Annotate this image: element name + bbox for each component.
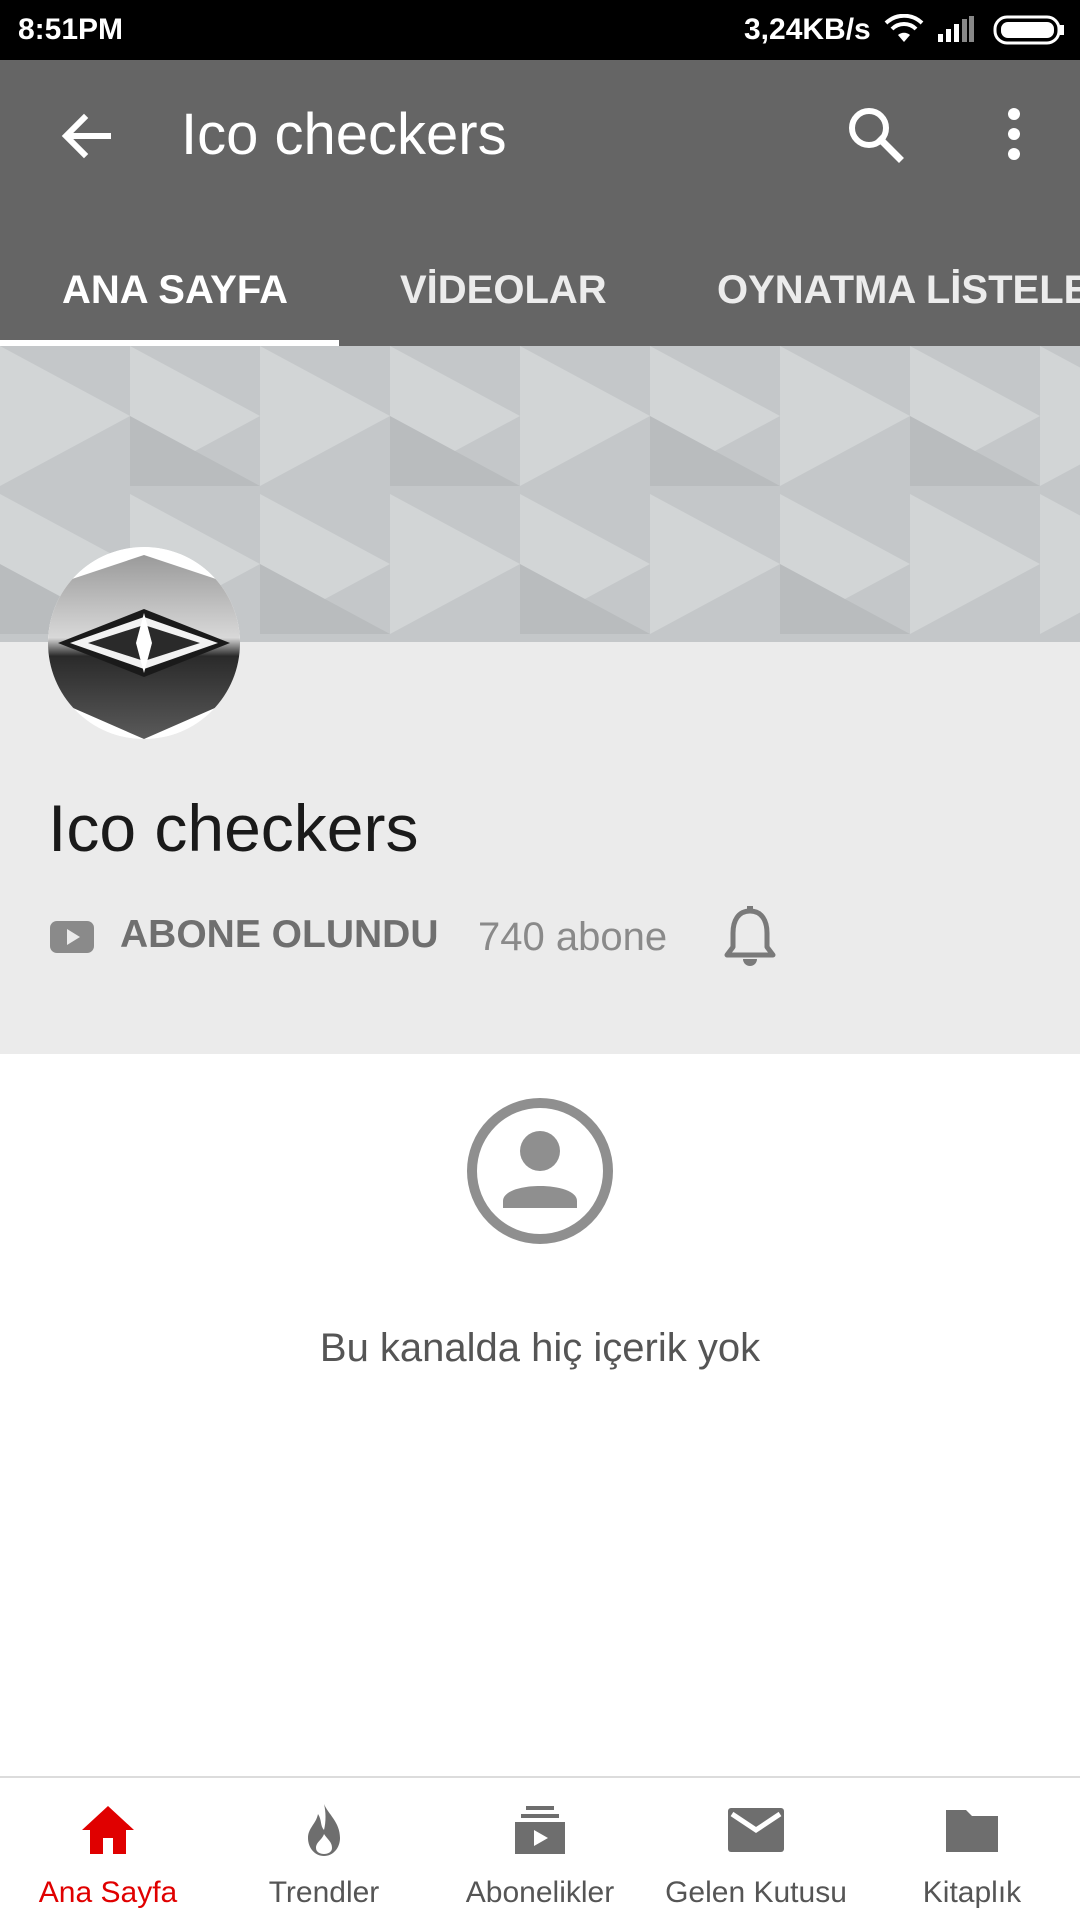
tab-playlists[interactable]: OYNATMA LİSTELERİ [717, 240, 1080, 346]
channel-name: Ico checkers [48, 791, 419, 865]
app-bar: Ico checkers ANA SAYFA VİDEOLAR OYNATMA … [0, 60, 1080, 346]
bottom-navigation: Ana Sayfa Trendler Abonelikler Gelen Kut… [0, 1776, 1080, 1920]
battery-icon [993, 15, 1064, 45]
status-time: 8:51PM [18, 13, 124, 46]
subscriptions-icon [515, 1806, 565, 1854]
notification-bell-icon[interactable] [722, 905, 778, 969]
mail-icon [728, 1808, 784, 1852]
nav-home[interactable]: Ana Sayfa [0, 1778, 216, 1920]
nav-label-subscriptions: Abonelikler [465, 1876, 615, 1909]
flame-icon [308, 1804, 340, 1856]
status-bar: 8:51PM 3,24KB/s [0, 0, 1080, 60]
search-icon[interactable] [843, 102, 907, 166]
network-speed: 3,24KB/s [744, 13, 871, 46]
more-options-icon[interactable] [994, 102, 1034, 166]
subscriber-count: 740 abone [478, 915, 668, 959]
home-icon [82, 1806, 134, 1854]
subscribed-button[interactable]: ABONE OLUNDU [120, 913, 439, 957]
nav-label-trending: Trendler [268, 1876, 380, 1909]
back-arrow-icon[interactable] [54, 104, 118, 168]
tab-videos[interactable]: VİDEOLAR [400, 240, 607, 346]
signal-icon [938, 16, 974, 42]
nav-library[interactable]: Kitaplık [864, 1778, 1080, 1920]
folder-icon [946, 1810, 998, 1852]
nav-label-home: Ana Sayfa [38, 1876, 178, 1909]
nav-label-inbox: Gelen Kutusu [665, 1876, 847, 1909]
app-bar-title: Ico checkers [181, 102, 507, 167]
checkers-logo-icon [48, 547, 240, 739]
nav-label-library: Kitaplık [922, 1876, 1022, 1909]
channel-avatar[interactable] [48, 547, 240, 739]
nav-inbox[interactable]: Gelen Kutusu [648, 1778, 864, 1920]
youtube-play-icon [50, 921, 94, 953]
wifi-icon [884, 14, 924, 42]
account-circle-icon [467, 1098, 613, 1244]
tab-home[interactable]: ANA SAYFA [62, 240, 288, 346]
channel-tabs: ANA SAYFA VİDEOLAR OYNATMA LİSTELERİ [0, 240, 1080, 346]
nav-trending[interactable]: Trendler [216, 1778, 432, 1920]
nav-subscriptions[interactable]: Abonelikler [432, 1778, 648, 1920]
empty-channel-message: Bu kanalda hiç içerik yok [319, 1326, 761, 1370]
